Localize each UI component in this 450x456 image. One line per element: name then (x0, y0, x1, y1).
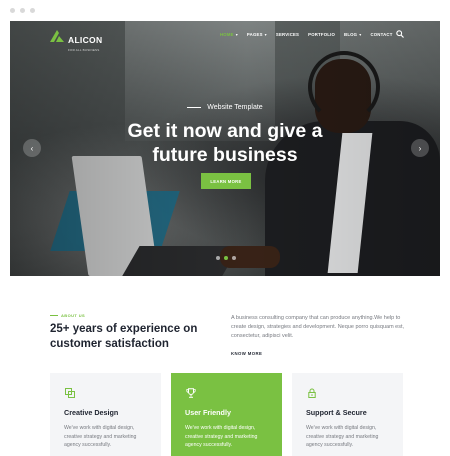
know-more-link[interactable]: KNOW MORE (231, 351, 262, 356)
chevron-right-icon: › (418, 143, 422, 153)
brand-name: ALICON (68, 35, 103, 45)
feature-card-support-secure[interactable]: Support & Secure We've work with digital… (292, 373, 403, 456)
window-dot (20, 8, 25, 13)
trophy-icon (186, 388, 196, 398)
slider-next-button[interactable]: › (411, 139, 429, 157)
lock-icon (308, 388, 316, 398)
feature-text: We've work with digital design, creative… (64, 425, 137, 448)
nav-item-portfolio[interactable]: PORTFOLIO (308, 32, 335, 37)
slide-dot[interactable] (216, 256, 220, 260)
slide-dot-active[interactable] (224, 256, 228, 260)
logo-icon (50, 30, 64, 42)
window-controls (10, 8, 35, 13)
learn-more-button[interactable]: LEARN MORE (201, 173, 251, 189)
feature-text: We've work with digital design, creative… (306, 425, 379, 448)
main-navigation: ALICON FOR ALL BUSINESS HOME ▾ PAGES ▾ SER… (10, 21, 440, 52)
chevron-left-icon: ‹ (30, 143, 34, 153)
layers-icon (65, 388, 75, 398)
nav-menu: HOME ▾ PAGES ▾ SERVICES PORTFOLIO BLOG ▾ CO… (220, 32, 402, 37)
nav-item-blog[interactable]: BLOG ▾ (344, 32, 361, 37)
about-description: A business consulting company that can p… (231, 315, 405, 339)
nav-item-contact[interactable]: CONTACT (370, 32, 392, 37)
feature-text: We've work with digital design, creative… (185, 425, 258, 448)
window-dot (10, 8, 15, 13)
hero-title: Get it now and give a future business (127, 120, 323, 166)
slide-dot[interactable] (232, 256, 236, 260)
slider-prev-button[interactable]: ‹ (23, 139, 41, 157)
chevron-down-icon: ▾ (235, 32, 238, 37)
feature-title: Support & Secure (306, 408, 367, 417)
search-icon[interactable] (396, 30, 404, 38)
nav-item-home[interactable]: HOME ▾ (220, 32, 238, 37)
feature-title: User Friendly (185, 408, 231, 417)
chevron-down-icon: ▾ (264, 32, 267, 37)
about-label: ABOUT US (50, 313, 85, 318)
feature-card-creative-design[interactable]: Creative Design We've work with digital … (50, 373, 161, 456)
slider-pagination (216, 256, 236, 260)
feature-card-user-friendly[interactable]: User Friendly We've work with digital de… (171, 373, 282, 456)
about-title: 25+ years of experience on customer sati… (50, 323, 198, 350)
feature-title: Creative Design (64, 408, 119, 417)
nav-item-pages[interactable]: PAGES ▾ (247, 32, 267, 37)
hero-subtitle: Website Template (10, 104, 440, 111)
brand-tagline: FOR ALL BUSINESS (68, 48, 100, 52)
window-dot (30, 8, 35, 13)
chevron-down-icon: ▾ (359, 32, 362, 37)
nav-item-services[interactable]: SERVICES (276, 32, 299, 37)
logo[interactable]: ALICON FOR ALL BUSINESS (50, 30, 102, 52)
hero-slider: ALICON FOR ALL BUSINESS HOME ▾ PAGES ▾ SER… (10, 21, 440, 276)
